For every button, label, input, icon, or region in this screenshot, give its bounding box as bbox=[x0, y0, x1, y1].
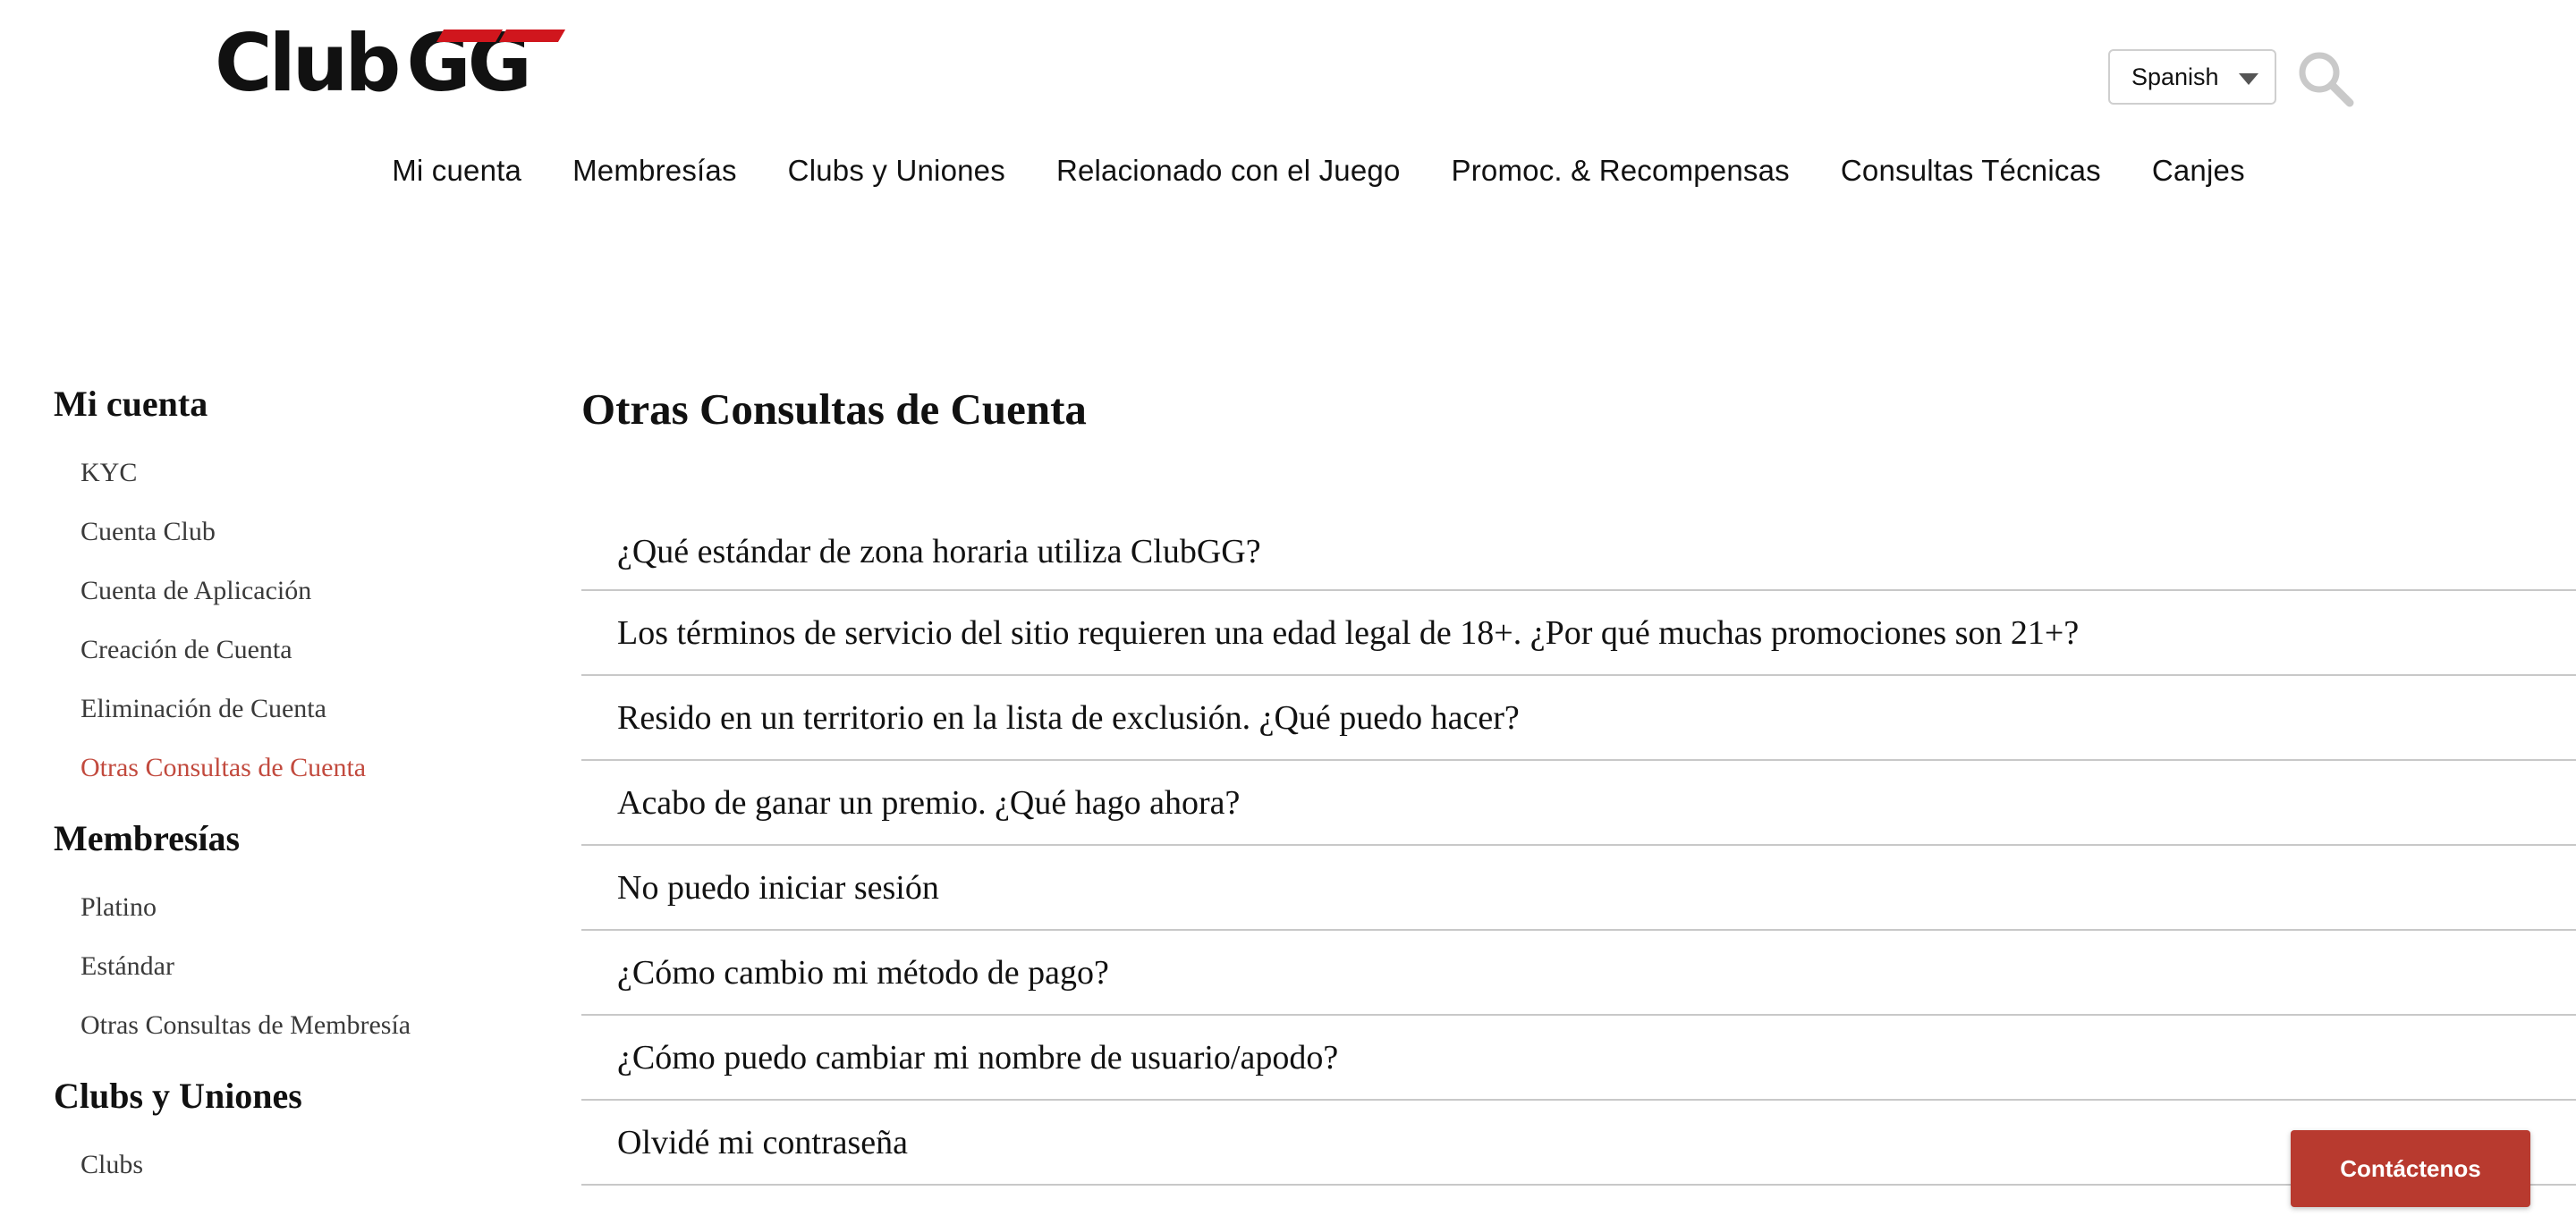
sidebar-item-platino[interactable]: Platino bbox=[80, 878, 519, 937]
nav-juego[interactable]: Relacionado con el Juego bbox=[1056, 148, 1401, 188]
sidebar-item-creacion-cuenta[interactable]: Creación de Cuenta bbox=[80, 621, 519, 680]
sidebar-item-kyc[interactable]: KYC bbox=[80, 443, 519, 502]
nav-clubs-uniones[interactable]: Clubs y Uniones bbox=[788, 148, 1005, 188]
nav-list: Mi cuenta Membresías Clubs y Uniones Rel… bbox=[392, 143, 2245, 193]
sidebar: Mi cuenta KYC Cuenta Club Cuenta de Apli… bbox=[54, 384, 519, 1216]
sidebar-item-cuenta-aplicacion[interactable]: Cuenta de Aplicación bbox=[80, 562, 519, 621]
clubgg-logo[interactable]: Club GG bbox=[215, 17, 566, 109]
sidebar-item-otras-consultas-membresia[interactable]: Otras Consultas de Membresía bbox=[80, 996, 519, 1055]
language-select[interactable]: Spanish bbox=[2108, 49, 2276, 105]
faq-item[interactable]: Los términos de servicio del sitio requi… bbox=[581, 591, 2576, 676]
faq-list: ¿Qué estándar de zona horaria utiliza Cl… bbox=[581, 527, 2576, 1186]
faq-item[interactable]: ¿Cómo puedo cambiar mi nombre de usuario… bbox=[581, 1016, 2576, 1101]
logo-gg: GG bbox=[406, 24, 566, 103]
contact-button[interactable]: Contáctenos bbox=[2291, 1130, 2530, 1207]
sidebar-group-clubs: Clubs y Uniones Clubs bbox=[54, 1077, 519, 1195]
logo-stripe bbox=[499, 30, 566, 42]
language-value: Spanish bbox=[2131, 63, 2219, 90]
nav-canjes[interactable]: Canjes bbox=[2152, 148, 2245, 188]
faq-item[interactable]: Resido en un territorio en la lista de e… bbox=[581, 676, 2576, 761]
nav-membresias[interactable]: Membresías bbox=[572, 148, 737, 188]
sidebar-group-membresias: Membresías Platino Estándar Otras Consul… bbox=[54, 819, 519, 1055]
faq-item[interactable]: Olvidé mi contraseña bbox=[581, 1101, 2576, 1186]
sidebar-item-eliminacion-cuenta[interactable]: Eliminación de Cuenta bbox=[80, 680, 519, 739]
nav-promociones[interactable]: Promoc. & Recompensas bbox=[1452, 148, 1790, 188]
chevron-down-icon bbox=[2239, 73, 2258, 85]
logo-text: Club bbox=[215, 17, 401, 109]
page-title: Otras Consultas de Cuenta bbox=[581, 384, 1087, 434]
site-header: Club GG Spanish Mi cuenta Membresías Clu… bbox=[0, 0, 2576, 206]
sidebar-item-cuenta-club[interactable]: Cuenta Club bbox=[80, 502, 519, 562]
faq-item[interactable]: ¿Cómo cambio mi método de pago? bbox=[581, 931, 2576, 1016]
logo-stripe bbox=[436, 30, 504, 42]
sidebar-heading[interactable]: Membresías bbox=[54, 819, 519, 858]
main-content: Otras Consultas de Cuenta ¿Qué estándar … bbox=[581, 380, 2576, 1186]
main-nav: Mi cuenta Membresías Clubs y Uniones Rel… bbox=[0, 143, 2576, 193]
faq-item[interactable]: Acabo de ganar un premio. ¿Qué hago ahor… bbox=[581, 761, 2576, 846]
nav-mi-cuenta[interactable]: Mi cuenta bbox=[392, 148, 521, 188]
sidebar-group-mi-cuenta: Mi cuenta KYC Cuenta Club Cuenta de Apli… bbox=[54, 384, 519, 798]
faq-item[interactable]: ¿Qué estándar de zona horaria utiliza Cl… bbox=[581, 527, 2576, 591]
nav-consultas-tecnicas[interactable]: Consultas Técnicas bbox=[1841, 148, 2101, 188]
search-icon[interactable] bbox=[2295, 48, 2356, 109]
sidebar-item-estandar[interactable]: Estándar bbox=[80, 937, 519, 996]
sidebar-heading[interactable]: Mi cuenta bbox=[54, 384, 519, 424]
faq-item[interactable]: No puedo iniciar sesión bbox=[581, 846, 2576, 931]
sidebar-item-otras-consultas-cuenta[interactable]: Otras Consultas de Cuenta bbox=[80, 739, 519, 798]
sidebar-heading[interactable]: Clubs y Uniones bbox=[54, 1077, 519, 1116]
sidebar-item-clubs[interactable]: Clubs bbox=[80, 1136, 519, 1195]
